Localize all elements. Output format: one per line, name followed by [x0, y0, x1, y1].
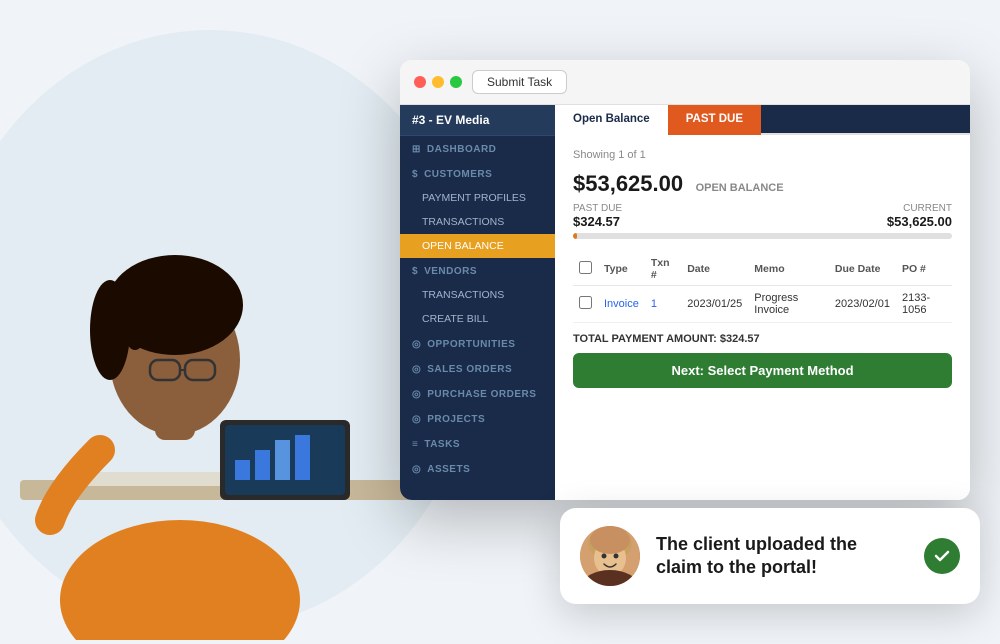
past-due-label: PAST DUE	[573, 203, 622, 214]
notification-message: The client uploaded the claim to the por…	[656, 533, 908, 580]
check-icon	[932, 546, 952, 566]
table-row: Invoice 1 2023/01/25 Progress Invoice 20…	[573, 286, 952, 323]
col-header-memo: Memo	[748, 253, 829, 286]
open-balance-label: OPEN BALANCE	[696, 182, 784, 194]
projects-icon: ◎	[412, 414, 421, 425]
current-section: CURRENT $53,625.00	[887, 203, 952, 229]
progress-bar-fill	[573, 233, 577, 239]
window-titlebar: Submit Task	[400, 60, 970, 105]
minimize-dot[interactable]	[432, 76, 444, 88]
vendor-dollar-icon: $	[412, 266, 418, 277]
total-payment-row: TOTAL PAYMENT AMOUNT: $324.57	[573, 333, 952, 345]
notification-card: The client uploaded the claim to the por…	[560, 508, 980, 604]
tasks-icon: ≡	[412, 439, 418, 450]
sidebar-item-vendors[interactable]: $ VENDORS	[400, 258, 555, 283]
sidebar-item-vendor-transactions[interactable]: TRANSACTIONS	[400, 283, 555, 307]
sidebar-item-opportunities[interactable]: ◎ OPPORTUNITIES	[400, 331, 555, 356]
past-due-section: PAST DUE $324.57	[573, 203, 622, 229]
total-payment-label: TOTAL PAYMENT AMOUNT:	[573, 333, 717, 345]
tab-bar: Open Balance PAST DUE	[555, 105, 970, 135]
content-area: Showing 1 of 1 $53,625.00 OPEN BALANCE P…	[555, 135, 970, 402]
row-txn[interactable]: 1	[645, 286, 681, 323]
current-label: CURRENT	[887, 203, 952, 214]
open-balance-amount: $53,625.00	[573, 171, 683, 196]
tab-past-due[interactable]: PAST DUE	[668, 105, 761, 135]
row-checkbox-cell	[573, 286, 598, 323]
sales-icon: ◎	[412, 364, 421, 375]
select-all-checkbox[interactable]	[579, 261, 592, 274]
app-window: Submit Task #3 - EV Media ⊞ DASHBOARD $ …	[400, 60, 970, 500]
sidebar-item-transactions[interactable]: TRANSACTIONS	[400, 210, 555, 234]
window-body: #3 - EV Media ⊞ DASHBOARD $ CUSTOMERS PA…	[400, 105, 970, 500]
row-type[interactable]: Invoice	[598, 286, 645, 323]
sidebar-item-projects[interactable]: ◎ PROJECTS	[400, 406, 555, 431]
sidebar-item-customers[interactable]: $ CUSTOMERS	[400, 161, 555, 186]
sidebar-brand: #3 - EV Media	[400, 105, 555, 136]
balance-section: $53,625.00 OPEN BALANCE PAST DUE $324.57…	[573, 171, 952, 239]
dollar-icon: $	[412, 169, 418, 180]
col-header-type: Type	[598, 253, 645, 286]
check-circle	[924, 538, 960, 574]
assets-icon: ◎	[412, 464, 421, 475]
col-header-txn: Txn #	[645, 253, 681, 286]
sidebar-item-open-balance[interactable]: OPEN BALANCE	[400, 234, 555, 258]
opportunities-icon: ◎	[412, 339, 421, 350]
invoice-table: Type Txn # Date Memo Due Date PO #	[573, 253, 952, 323]
row-po: 2133-1056	[896, 286, 952, 323]
purchase-icon: ◎	[412, 389, 421, 400]
tab-open-balance[interactable]: Open Balance	[555, 105, 668, 135]
avatar-illustration	[580, 526, 640, 586]
current-amount: $53,625.00	[887, 214, 952, 229]
window-controls	[414, 76, 462, 88]
row-date: 2023/01/25	[681, 286, 748, 323]
sidebar-item-payment-profiles[interactable]: PAYMENT PROFILES	[400, 186, 555, 210]
showing-count: Showing 1 of 1	[573, 149, 952, 161]
sidebar-item-assets[interactable]: ◎ ASSETS	[400, 456, 555, 481]
grid-icon: ⊞	[412, 144, 421, 155]
maximize-dot[interactable]	[450, 76, 462, 88]
col-header-checkbox	[573, 253, 598, 286]
avatar	[580, 526, 640, 586]
col-header-due-date: Due Date	[829, 253, 896, 286]
submit-task-button[interactable]: Submit Task	[472, 70, 567, 94]
sidebar-item-dashboard[interactable]: ⊞ DASHBOARD	[400, 136, 555, 161]
sidebar-item-tasks[interactable]: ≡ TASKS	[400, 431, 555, 456]
sidebar: #3 - EV Media ⊞ DASHBOARD $ CUSTOMERS PA…	[400, 105, 555, 500]
past-due-amount: $324.57	[573, 214, 622, 229]
row-checkbox[interactable]	[579, 296, 592, 309]
row-due-date: 2023/02/01	[829, 286, 896, 323]
sidebar-item-purchase-orders[interactable]: ◎ PURCHASE ORDERS	[400, 381, 555, 406]
col-header-po: PO #	[896, 253, 952, 286]
close-dot[interactable]	[414, 76, 426, 88]
balance-details-row: PAST DUE $324.57 CURRENT $53,625.00	[573, 203, 952, 229]
balance-progress-bar	[573, 233, 952, 239]
sidebar-item-create-bill[interactable]: CREATE BILL	[400, 307, 555, 331]
pay-button[interactable]: Next: Select Payment Method	[573, 353, 952, 388]
total-payment-amount: $324.57	[720, 333, 760, 345]
sidebar-item-sales-orders[interactable]: ◎ SALES ORDERS	[400, 356, 555, 381]
col-header-date: Date	[681, 253, 748, 286]
row-memo: Progress Invoice	[748, 286, 829, 323]
main-content: Open Balance PAST DUE Showing 1 of 1 $53…	[555, 105, 970, 500]
